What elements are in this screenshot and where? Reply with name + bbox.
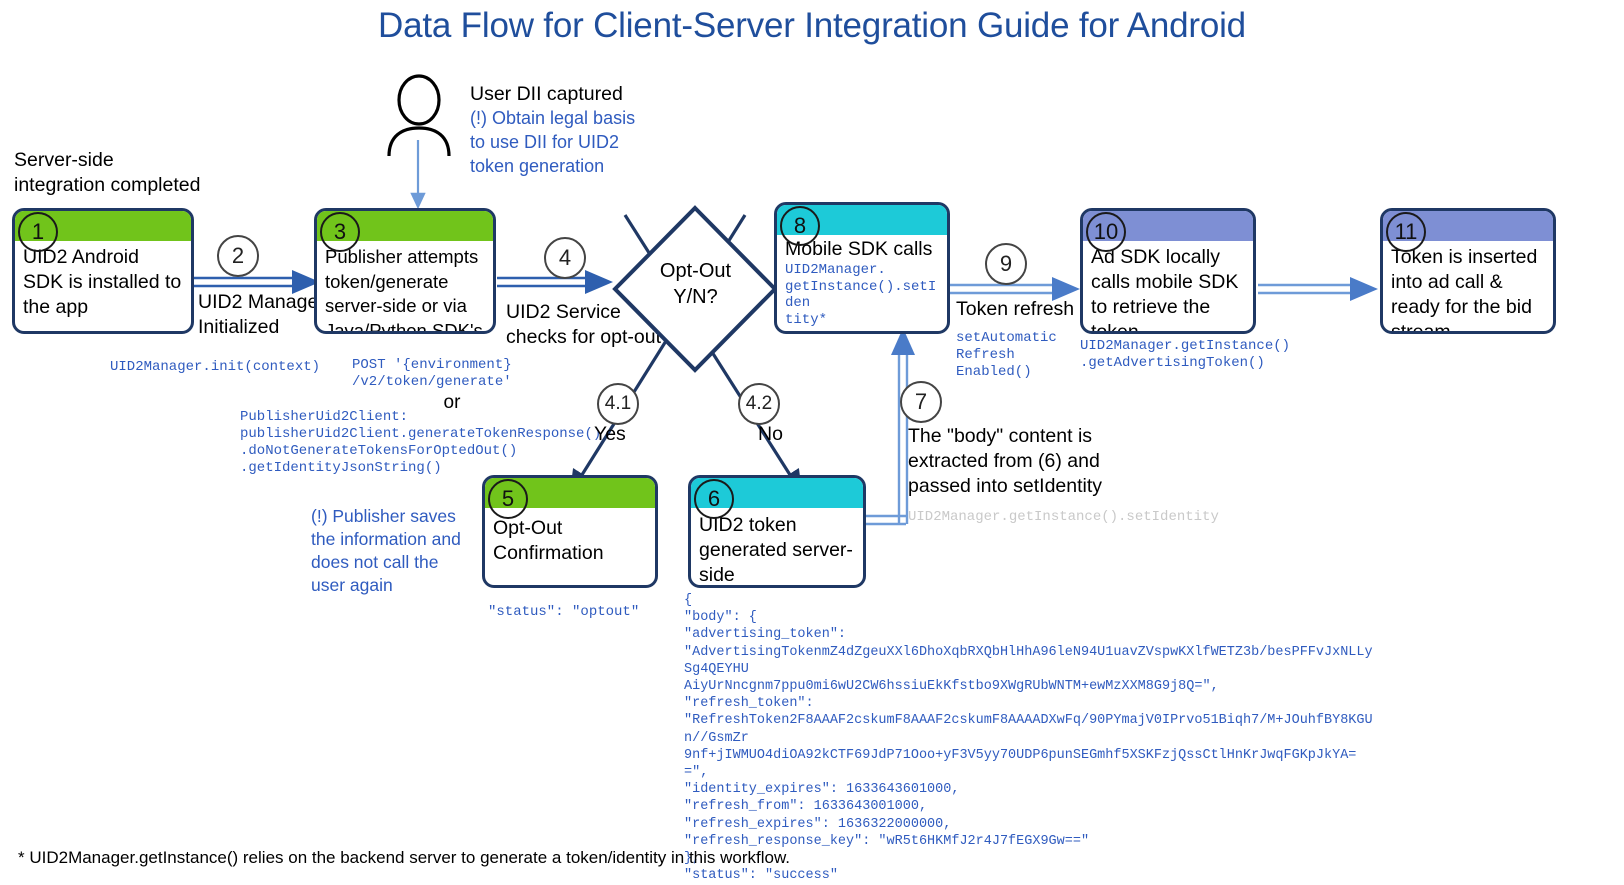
step-number-3: 3	[320, 212, 360, 252]
step-number-6: 6	[694, 479, 734, 519]
step-9-code: setAutomatic Refresh Enabled()	[956, 330, 1057, 380]
user-icon	[387, 74, 451, 157]
step-2-code: UID2Manager.init(context)	[110, 359, 321, 375]
step-3-code-post: POST '{environment} /v2/token/generate'	[352, 357, 512, 390]
step-7-code: UID2Manager.getInstance().setIdentity	[908, 509, 1219, 525]
step-10-code: UID2Manager.getInstance() .getAdvertisin…	[1080, 338, 1291, 371]
step-number-9: 9	[985, 243, 1027, 285]
step-7-label: The "body" content is extracted from (6)…	[908, 425, 1103, 497]
step-number-1: 1	[18, 212, 58, 252]
decision-diamond-text: Opt-Out Y/N?	[659, 260, 732, 308]
step-number-2: 2	[217, 235, 259, 277]
step-5-code: "status": "optout"	[488, 604, 640, 620]
box-6-text: UID2 token generated server-side	[699, 514, 853, 586]
step-number-4-2: 4.2	[738, 383, 780, 425]
step-number-4-1: 4.1	[597, 383, 639, 425]
box-8-code: UID2Manager. getInstance().setIden tity*	[785, 262, 937, 328]
step-9-label: Token refresh	[956, 298, 1075, 320]
step-number-5: 5	[488, 479, 528, 519]
step-number-8: 8	[780, 206, 820, 246]
step-3-code-client: PublisherUid2Client: publisherUid2Client…	[240, 409, 602, 476]
box-3-text: Publisher attempts token/generate server…	[325, 246, 483, 334]
step-number-7: 7	[900, 381, 942, 423]
box-1-text: UID2 Android SDK is installed to the app	[23, 246, 182, 318]
footnote: * UID2Manager.getInstance() relies on th…	[18, 848, 791, 867]
diagram-canvas: Data Flow for Client-Server Integration …	[0, 0, 1624, 885]
user-dii-title: User DII captured	[470, 83, 623, 105]
step-number-10: 10	[1086, 212, 1126, 252]
branch-yes-label: Yes	[594, 423, 626, 445]
user-dii-note: (!) Obtain legal basis to use DII for UI…	[470, 108, 636, 176]
step-2-label: UID2 Manager Initialized	[198, 291, 325, 338]
json-payload: { "body": { "advertising_token": "Advert…	[684, 593, 1373, 884]
step-number-4: 4	[544, 237, 586, 279]
box-11-text: Token is inserted into ad call & ready f…	[1391, 246, 1538, 334]
step-number-11: 11	[1386, 212, 1426, 252]
server-side-note: Server-side integration completed	[14, 149, 201, 196]
box-10-text: Ad SDK locally calls mobile SDK to retri…	[1091, 246, 1239, 334]
branch-no-label: No	[758, 423, 783, 445]
step-5-note: (!) Publisher saves the information and …	[311, 506, 461, 595]
